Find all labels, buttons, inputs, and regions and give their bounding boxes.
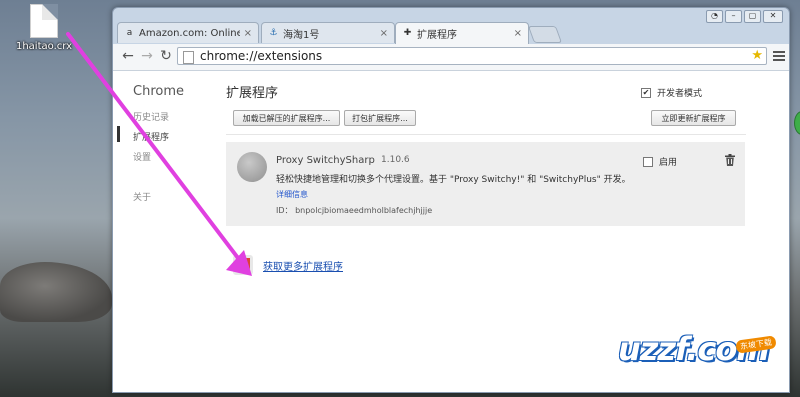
close-icon[interactable]: × — [514, 28, 522, 39]
close-icon[interactable]: × — [244, 28, 252, 39]
get-more-extensions-link[interactable]: 获取更多扩展程序 — [263, 258, 343, 273]
extension-version: 1.10.6 — [381, 155, 410, 165]
extension-id-label: ID： — [276, 206, 293, 215]
sidebar-selection-bar — [117, 126, 120, 142]
load-unpacked-button[interactable]: 加载已解压的扩展程序... — [233, 110, 340, 126]
developer-mode-toggle[interactable]: ✔ 开发者模式 — [641, 86, 702, 99]
file-label: 1haitao.crx — [15, 41, 73, 52]
desktop-wallpaper-rock — [0, 262, 112, 322]
page-icon — [183, 51, 194, 64]
address-bar[interactable]: chrome://extensions ★ — [177, 47, 767, 65]
extension-description: 轻松快捷地管理和切换多个代理设置。基于 "Proxy Switchy!" 和 "… — [276, 175, 631, 185]
desktop-edge-icon — [794, 111, 800, 135]
crx-file-icon[interactable]: 1haitao.crx — [14, 4, 74, 52]
trash-icon[interactable] — [725, 154, 735, 166]
toolbar: ← → ↻ chrome://extensions ★ — [113, 44, 789, 71]
update-extensions-button[interactable]: 立即更新扩展程序 — [651, 110, 736, 126]
enable-checkbox[interactable] — [643, 156, 653, 167]
puzzle-icon: ✚ — [403, 28, 412, 38]
star-icon[interactable]: ★ — [751, 48, 763, 63]
sidebar-title: Chrome — [133, 84, 184, 99]
forward-icon[interactable]: → — [139, 48, 155, 64]
reload-icon[interactable]: ↻ — [158, 48, 174, 64]
web-store-icon — [233, 255, 253, 275]
tab-label: Amazon.com: Online Sh — [139, 27, 240, 39]
back-icon[interactable]: ← — [120, 48, 136, 64]
file-icon — [30, 4, 58, 38]
watermark-logo: uzzf.com 东坡下载 — [618, 330, 777, 368]
enable-label: 启用 — [659, 158, 678, 168]
menu-icon[interactable] — [773, 49, 785, 63]
amazon-icon: a — [126, 27, 133, 38]
tab-haitao[interactable]: ⚓ 海淘1号 × — [261, 22, 395, 43]
new-tab-button[interactable] — [527, 26, 563, 43]
sidebar-item-about[interactable]: 关于 — [133, 190, 151, 203]
sidebar-item-extensions[interactable]: 扩展程序 — [133, 130, 169, 143]
tab-extensions[interactable]: ✚ 扩展程序 × — [395, 22, 529, 44]
tab-amazon[interactable]: a Amazon.com: Online Sh × — [117, 22, 259, 43]
anchor-icon: ⚓ — [269, 27, 278, 38]
divider — [226, 134, 746, 135]
tab-label: 海淘1号 — [283, 29, 320, 41]
extension-details-link[interactable]: 详细信息 — [276, 189, 308, 200]
pack-extension-button[interactable]: 打包扩展程序... — [344, 110, 416, 126]
developer-mode-checkbox[interactable]: ✔ — [641, 87, 651, 98]
close-icon[interactable]: × — [380, 28, 388, 39]
sidebar-item-settings[interactable]: 设置 — [133, 150, 151, 163]
extension-enable-toggle[interactable]: 启用 — [643, 155, 677, 168]
extension-name: Proxy SwitchySharp — [276, 155, 375, 166]
extension-card: Proxy SwitchySharp 1.10.6 轻松快捷地管理和切换多个代理… — [226, 142, 745, 226]
tab-strip: a Amazon.com: Online Sh × ⚓ 海淘1号 × ✚ 扩展程… — [113, 22, 789, 44]
url-text[interactable]: chrome://extensions — [200, 49, 322, 63]
extension-id-value: bnpolcjbiomaeedmholblafechjhjjje — [295, 206, 433, 215]
page-title: 扩展程序 — [226, 86, 279, 101]
get-more-extensions[interactable]: 获取更多扩展程序 — [233, 255, 343, 275]
extension-puzzle-icon — [237, 152, 267, 182]
extension-id: ID： bnpolcjbiomaeedmholblafechjhjjje — [276, 205, 432, 216]
developer-mode-label: 开发者模式 — [657, 89, 703, 99]
sidebar-item-history[interactable]: 历史记录 — [133, 110, 169, 123]
tab-label: 扩展程序 — [417, 30, 457, 41]
